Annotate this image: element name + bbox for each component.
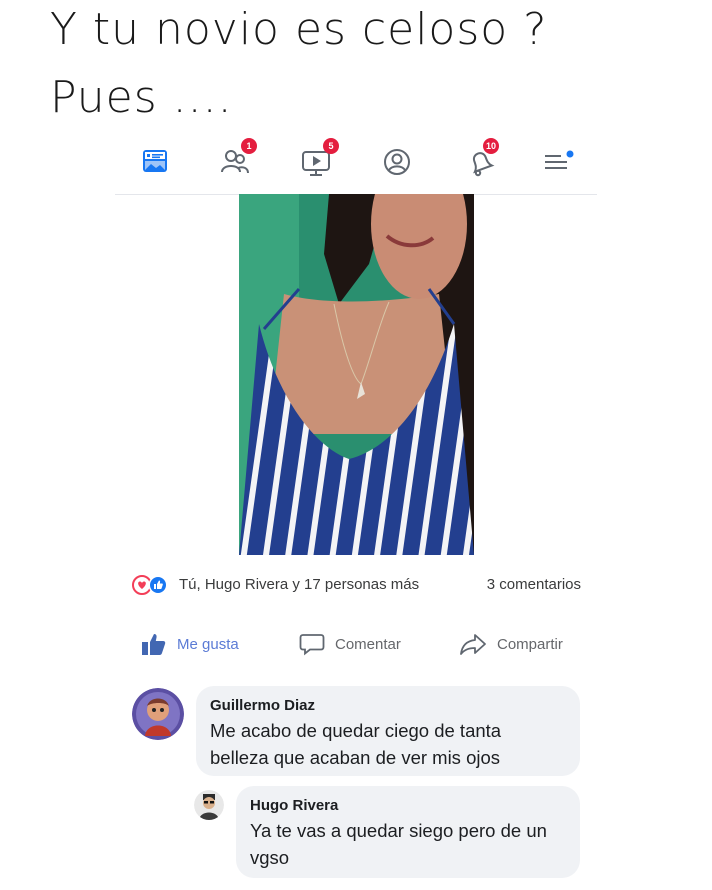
profile-icon: [384, 149, 410, 175]
avatar[interactable]: [132, 688, 184, 740]
like-label: Me gusta: [177, 635, 239, 653]
nav-item-profile[interactable]: [377, 142, 417, 182]
post-actions: Me gusta Comentar Compartir: [131, 626, 591, 662]
share-arrow-icon: [460, 634, 486, 655]
comment-text: Ya te vas a quedar siego pero de un vgso: [250, 820, 547, 868]
nav-item-news-feed[interactable]: [135, 142, 175, 182]
nav-item-friends[interactable]: 1: [215, 138, 257, 182]
comment-button[interactable]: Comentar: [299, 626, 401, 662]
comment-label: Comentar: [335, 635, 401, 653]
like-button[interactable]: Me gusta: [141, 626, 239, 662]
menu-icon: [545, 150, 574, 169]
avatar[interactable]: [194, 790, 224, 820]
reactions-summary[interactable]: Tú, Hugo Rivera y 17 personas más: [179, 576, 419, 593]
nav-bar: 1 5 10: [115, 136, 597, 195]
comment-text: Me acabo de quedar ciego de tanta bellez…: [210, 720, 502, 768]
share-label: Compartir: [497, 635, 563, 653]
thumbs-up-icon: [142, 634, 166, 655]
watch-badge: 5: [323, 138, 339, 154]
meme-caption-line2: Pues ....: [50, 72, 233, 123]
reaction-icons[interactable]: [131, 575, 175, 595]
nav-item-menu[interactable]: [539, 142, 579, 182]
comment-bubble[interactable]: Hugo Rivera Ya te vas a quedar siego per…: [236, 786, 580, 878]
post-photo[interactable]: [239, 194, 474, 555]
notifications-badge: 10: [483, 138, 499, 154]
news-feed-icon: [143, 150, 167, 172]
comment-bubble[interactable]: Guillermo Diaz Me acabo de quedar ciego …: [196, 686, 580, 776]
comment-author[interactable]: Hugo Rivera: [250, 797, 338, 814]
like-reaction-icon: [148, 575, 168, 595]
nav-item-notifications[interactable]: 10: [461, 138, 501, 182]
comment-author[interactable]: Guillermo Diaz: [210, 697, 315, 714]
meme-caption-line1: Y tu novio es celoso ?: [50, 4, 548, 55]
nav-item-watch[interactable]: 5: [297, 138, 339, 182]
comment-bubble-icon: [299, 634, 325, 656]
share-button[interactable]: Compartir: [459, 626, 563, 662]
friends-badge: 1: [241, 138, 257, 154]
comments-count[interactable]: 3 comentarios: [487, 576, 581, 593]
reactions-row: Tú, Hugo Rivera y 17 personas más 3 come…: [131, 573, 601, 597]
